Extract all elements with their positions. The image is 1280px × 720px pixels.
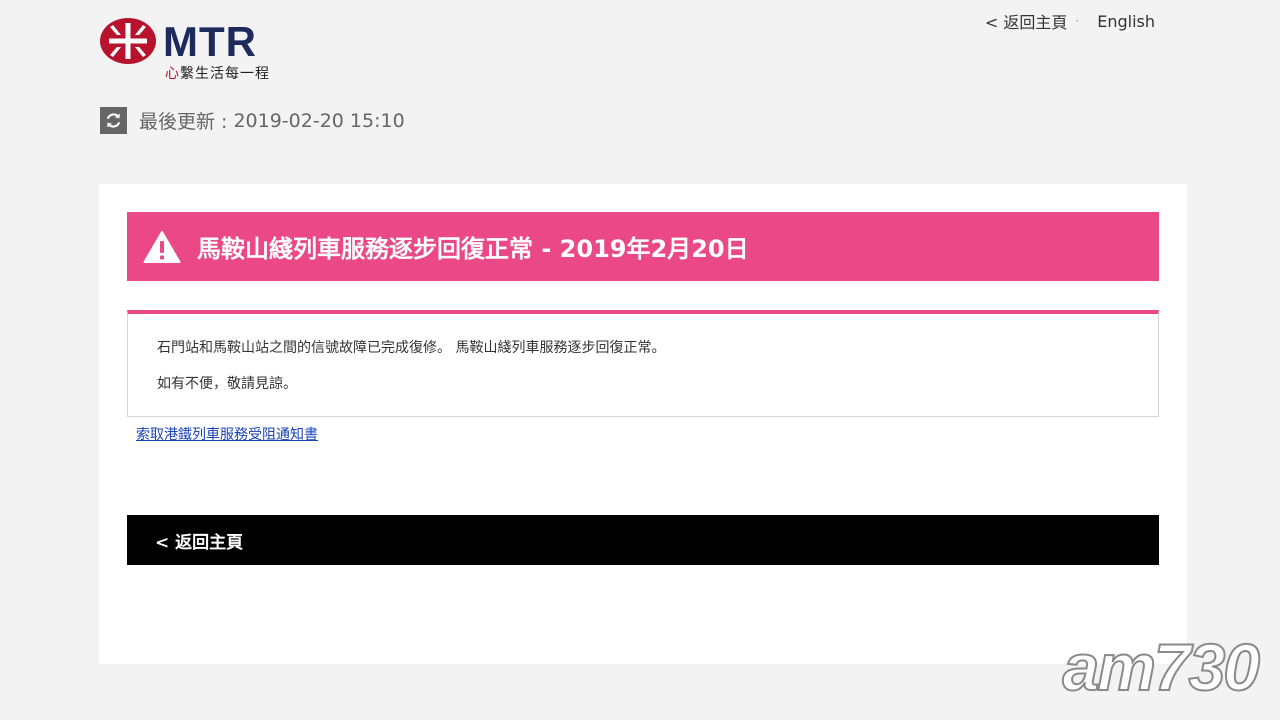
mtr-logo-icon (100, 18, 156, 64)
message-text: 如有不便，敬請見諒。 (157, 376, 297, 392)
am730-watermark: am730 (1061, 629, 1261, 705)
back-bar: < 返回主頁 (127, 515, 1159, 565)
message-box: 石門站和馬鞍山站之間的信號故障已完成復修。 馬鞍山綫列車服務逐步回復正常。 如有… (127, 310, 1159, 417)
last-updated: 最後更新 : 2019-02-20 15:10 (100, 107, 405, 134)
tagline-rest: 繫生活每一程 (180, 66, 270, 82)
message-text: 石門站和馬鞍山站之間的信號故障已完成復修。 馬鞍山綫列車服務逐步回復正常。 (157, 340, 666, 356)
top-nav: < 返回主頁 · English (985, 9, 1155, 33)
language-english-link[interactable]: English (1097, 12, 1155, 31)
warning-triangle-icon (143, 230, 181, 263)
refresh-icon[interactable] (100, 107, 127, 134)
home-link[interactable]: < 返回主頁 (985, 9, 1068, 33)
page: MTR 心繫生活每一程 < 返回主頁 · English 最後更新 : 2019… (0, 0, 1280, 720)
updated-label: 最後更新 : (139, 111, 228, 133)
alert-title: 馬鞍山綫列車服務逐步回復正常 - 2019年2月20日 (197, 235, 749, 263)
back-home-button[interactable]: < 返回主頁 (155, 528, 243, 553)
brand-tagline: 心繫生活每一程 (165, 65, 270, 83)
alert-banner: 馬鞍山綫列車服務逐步回復正常 - 2019年2月20日 (127, 212, 1159, 281)
updated-time: 2019-02-20 15:10 (233, 109, 405, 132)
service-disruption-notice-link[interactable]: 索取港鐵列車服務受阻通知書 (136, 424, 318, 444)
tagline-accent: 心 (165, 66, 180, 82)
brand-name: MTR (163, 18, 257, 65)
nav-separator: · (1075, 14, 1080, 28)
mtr-logo[interactable]: MTR 心繫生活每一程 (99, 17, 299, 87)
content-card: 馬鞍山綫列車服務逐步回復正常 - 2019年2月20日 石門站和馬鞍山站之間的信… (99, 184, 1187, 664)
